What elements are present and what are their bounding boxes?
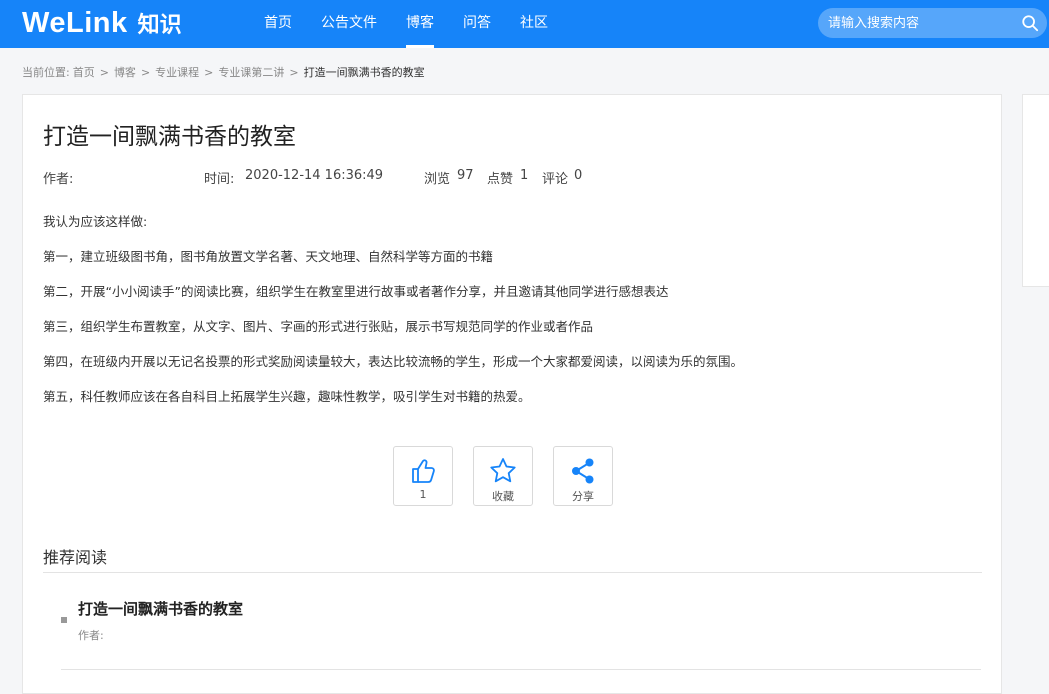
breadcrumb-prefix: 当前位置: (22, 66, 70, 79)
paragraph: 第五，科任教师应该在各自科目上拓展学生兴趣，趣味性教学，吸引学生对书籍的热爱。 (43, 389, 531, 404)
search-icon[interactable] (1021, 14, 1039, 32)
breadcrumb-separator: > (289, 65, 299, 79)
breadcrumb-lecture[interactable]: 专业课第二讲 (218, 64, 284, 80)
paragraph: 第二，开展“小小阅读手”的阅读比赛，组织学生在教室里进行故事或者著作分享，并且邀… (43, 284, 669, 299)
article-title: 打造一间飘满书香的教室 (43, 124, 296, 150)
breadcrumb: 当前位置: 首页 > 博客 > 专业课程 > 专业课第二讲 > 打造一间飘满书香… (22, 64, 425, 80)
divider (43, 572, 982, 573)
like-count: 1 (419, 488, 427, 501)
breadcrumb-course[interactable]: 专业课程 (155, 64, 199, 80)
divider (61, 669, 981, 670)
paragraph: 我认为应该这样做: (43, 214, 148, 229)
views-count: 97 (457, 168, 474, 183)
bullet-icon (61, 617, 67, 623)
share-button[interactable]: 分享 (553, 446, 613, 506)
search-input[interactable] (828, 8, 1018, 38)
logo-sub-text: 知识 (137, 13, 182, 38)
breadcrumb-blog[interactable]: 博客 (114, 64, 136, 80)
time-label: 时间: (204, 172, 235, 187)
article-card: 打造一间飘满书香的教室 作者: 时间: 2020-12-14 16:36:49 … (22, 94, 1002, 694)
likes-count: 1 (520, 168, 529, 183)
publish-time: 2020-12-14 16:36:49 (245, 168, 384, 183)
breadcrumb-current: 打造一间飘满书香的教室 (303, 66, 425, 79)
favorite-label: 收藏 (492, 490, 514, 503)
recommended-item: 打造一间飘满书香的教室 作者: (61, 595, 981, 670)
likes-label: 点赞 (487, 172, 514, 187)
nav-announcements[interactable]: 公告文件 (307, 0, 391, 48)
breadcrumb-separator: > (99, 65, 109, 79)
top-navigation-bar: WeLink 知识 首页 公告文件 博客 问答 社区 (0, 0, 1049, 48)
article-actions: 1 收藏 分享 (393, 446, 633, 506)
favorite-button[interactable]: 收藏 (473, 446, 533, 506)
nav-blog[interactable]: 博客 (392, 0, 448, 48)
search-box (818, 8, 1047, 38)
nav-home[interactable]: 首页 (250, 0, 306, 48)
author-label: 作者: (43, 172, 74, 187)
star-icon (490, 458, 516, 483)
breadcrumb-separator: > (204, 65, 214, 79)
recommended-item-title[interactable]: 打造一间飘满书香的教室 (78, 598, 243, 619)
share-label: 分享 (572, 490, 594, 503)
main-nav: 首页 公告文件 博客 问答 社区 (250, 0, 563, 48)
recommended-item-author: 作者: (78, 629, 104, 642)
nav-community[interactable]: 社区 (506, 0, 562, 48)
views-label: 浏览 (424, 172, 451, 187)
recommended-heading: 推荐阅读 (43, 548, 108, 567)
paragraph: 第三，组织学生布置教室，从文字、图片、字画的形式进行张贴，展示书写规范同学的作业… (43, 319, 594, 334)
nav-qa[interactable]: 问答 (449, 0, 505, 48)
welink-logo[interactable]: WeLink 知识 (22, 5, 182, 41)
breadcrumb-home[interactable]: 首页 (73, 64, 95, 80)
sidebar-panel (1022, 94, 1049, 287)
like-button[interactable]: 1 (393, 446, 453, 506)
thumbs-up-icon (412, 459, 435, 483)
article-body: 我认为应该这样做: 第一，建立班级图书角，图书角放置文学名著、天文地理、自然科学… (43, 213, 983, 423)
breadcrumb-separator: > (140, 65, 151, 79)
comments-label: 评论 (542, 172, 569, 187)
share-icon (572, 458, 594, 484)
paragraph: 第四，在班级内开展以无记名投票的形式奖励阅读量较大，表达比较流畅的学生，形成一个… (43, 354, 744, 369)
logo-main-text: WeLink (22, 6, 128, 39)
paragraph: 第一，建立班级图书角，图书角放置文学名著、天文地理、自然科学等方面的书籍 (43, 249, 494, 264)
comments-count: 0 (574, 168, 583, 183)
